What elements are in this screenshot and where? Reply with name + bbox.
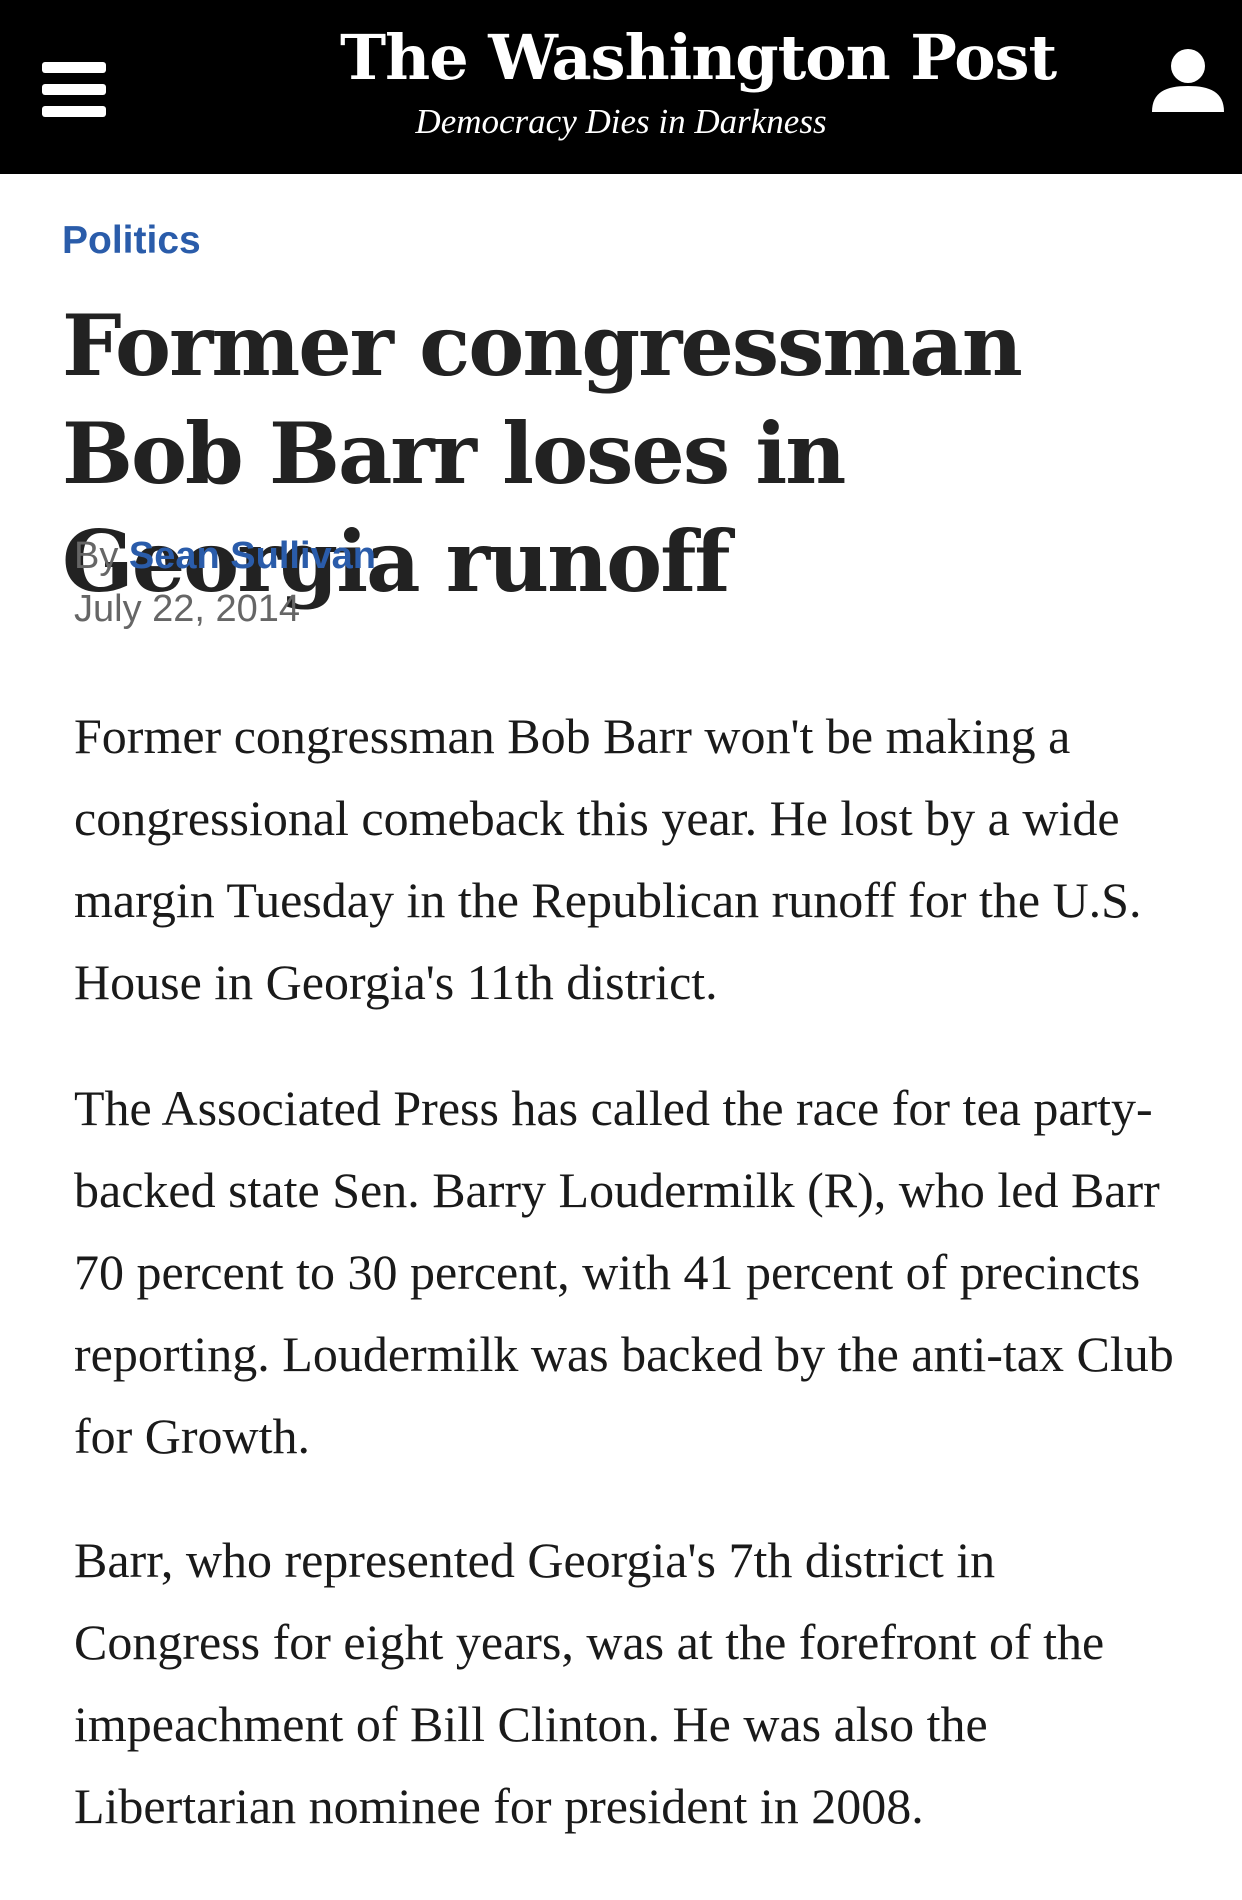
masthead[interactable]: The Washington Post Democracy Dies in Da… xyxy=(340,20,1057,142)
byline-prefix: By xyxy=(74,535,119,577)
site-tagline: Democracy Dies in Darkness xyxy=(415,102,827,141)
site-logo: The Washington Post xyxy=(340,21,1057,94)
author-link[interactable]: Sean Sullivan xyxy=(129,535,376,577)
article-paragraph: Former congressman Bob Barr won't be mak… xyxy=(74,708,1142,1010)
top-navigation-bar: The Washington Post Democracy Dies in Da… xyxy=(0,0,1242,174)
hamburger-menu-icon[interactable] xyxy=(42,62,106,118)
section-link-politics[interactable]: Politics xyxy=(62,218,201,264)
byline: By Sean Sullivan xyxy=(74,533,376,579)
article-paragraph: Barr, who represented Georgia's 7th dist… xyxy=(74,1532,1105,1834)
user-account-icon[interactable] xyxy=(1148,42,1228,122)
article-paragraph: The Associated Press has called the race… xyxy=(74,1080,1174,1464)
publish-date: July 22, 2014 xyxy=(74,588,301,630)
